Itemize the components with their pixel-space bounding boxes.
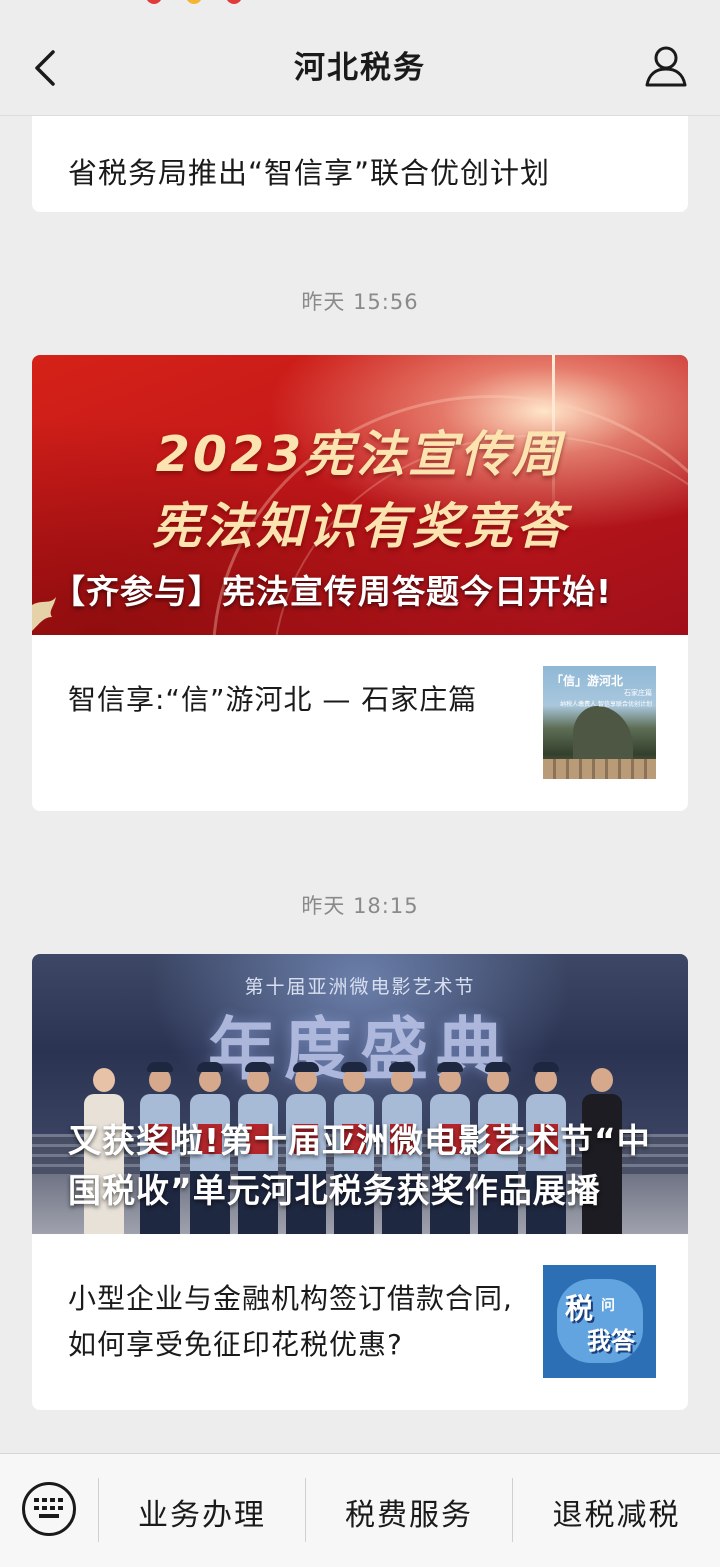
thumbnail-title: 「信」游河北 bbox=[551, 674, 624, 688]
article-title: 智信享:“信”游河北 — 石家庄篇 bbox=[68, 683, 478, 716]
message-timestamp: 昨天 15:56 bbox=[301, 290, 419, 314]
bottom-menu-bar: 业务办理 税费服务 退税减税 bbox=[0, 1453, 720, 1567]
thumbnail-caption: 纳税人缴费人 智信享联合优创计划 bbox=[560, 701, 652, 708]
article-list-item[interactable]: 智信享:“信”游河北 — 石家庄篇 「信」游河北 石家庄篇 纳税人缴费人 智信享… bbox=[32, 635, 688, 811]
banner-headline-line1: 2023宪法宣传周 bbox=[155, 426, 565, 483]
menu-business-handling[interactable]: 业务办理 bbox=[99, 1484, 305, 1540]
keyboard-toggle-button[interactable] bbox=[22, 1482, 76, 1536]
profile-button[interactable] bbox=[638, 38, 694, 94]
keyboard-icon bbox=[34, 1498, 64, 1520]
top-nav-bar: 河北税务 bbox=[0, 10, 720, 116]
banner-headline-line2: 宪法知识有奖竞答 bbox=[151, 498, 568, 555]
message-timestamp: 昨天 18:15 bbox=[301, 894, 419, 918]
article-card-group: 2023宪法宣传周 宪法知识有奖竞答 【齐参与】宪法宣传周答题今日开始! 智信享… bbox=[32, 355, 688, 811]
person-icon bbox=[645, 46, 687, 87]
article-thumbnail: 「信」游河北 石家庄篇 纳税人缴费人 智信享联合优创计划 bbox=[543, 666, 656, 779]
featured-article-banner[interactable]: 第十届亚洲微电影艺术节 年度盛典 又获奖啦!第十届亚洲微电影艺术节“中国税收”单… bbox=[32, 954, 688, 1234]
article-card-group: 第十届亚洲微电影艺术节 年度盛典 又获奖啦!第十届亚洲微电影艺术节“中国税收”单… bbox=[32, 954, 688, 1410]
article-title: 省税务局推出“智信享”联合优创计划 bbox=[68, 156, 551, 190]
thumbnail-great-wall bbox=[543, 759, 656, 779]
banner-caption: 又获奖啦!第十届亚洲微电影艺术节“中国税收”单元河北税务获奖作品展播 bbox=[68, 1121, 651, 1210]
article-card-previous[interactable]: 省税务局推出“智信享”联合优创计划 bbox=[32, 116, 688, 212]
featured-article-banner[interactable]: 2023宪法宣传周 宪法知识有奖竞答 【齐参与】宪法宣传周答题今日开始! bbox=[32, 355, 688, 635]
status-icons bbox=[146, 0, 246, 6]
menu-tax-fee-service[interactable]: 税费服务 bbox=[306, 1484, 512, 1540]
page-title: 河北税务 bbox=[294, 50, 426, 86]
status-bar bbox=[0, 0, 720, 10]
article-title: 小型企业与金融机构签订借款合同,如何享受免征印花税优惠? bbox=[68, 1282, 513, 1361]
thumbnail-subtitle: 石家庄篇 bbox=[624, 689, 652, 697]
banner-caption: 【齐参与】宪法宣传周答题今日开始! bbox=[52, 572, 613, 611]
article-thumbnail: 税 问 我答 bbox=[543, 1265, 656, 1378]
menu-tax-refund-reduction[interactable]: 退税减税 bbox=[513, 1484, 720, 1540]
thumbnail-char-answer: 我答 bbox=[587, 1327, 635, 1355]
thumbnail-char-ask: 问 bbox=[601, 1298, 615, 1314]
article-list-item[interactable]: 小型企业与金融机构签订借款合同,如何享受免征印花税优惠? 税 问 我答 bbox=[32, 1234, 688, 1410]
message-list[interactable]: 省税务局推出“智信享”联合优创计划 昨天 15:56 2023宪法宣传周 宪法知… bbox=[0, 116, 720, 1453]
